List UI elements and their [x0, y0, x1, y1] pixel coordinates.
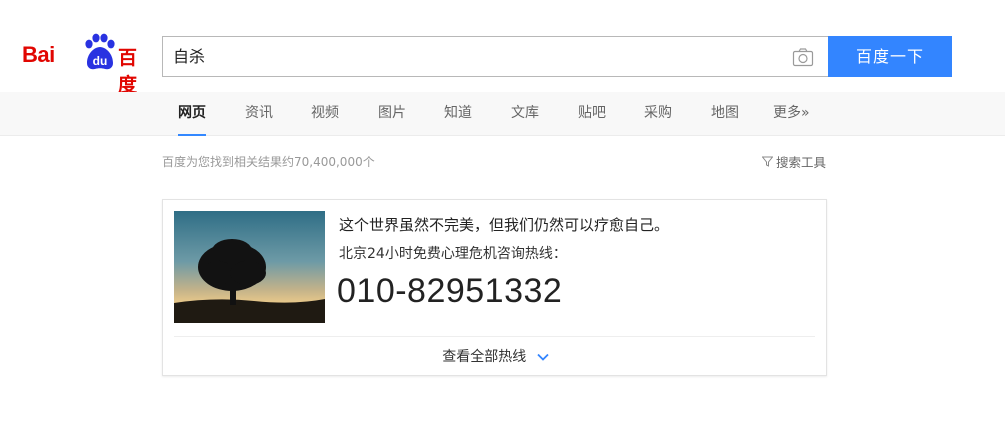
card-hotline-label: 北京24小时免费心理危机咨询热线：	[339, 246, 567, 262]
tab-news[interactable]: 资讯	[245, 102, 273, 136]
funnel-icon	[761, 156, 773, 167]
tab-map[interactable]: 地图	[711, 102, 739, 136]
baidu-logo[interactable]: Bai du 百度	[22, 30, 150, 96]
search-button[interactable]: 百度一下	[828, 36, 952, 77]
view-all-hotlines-button[interactable]: 查看全部热线	[163, 346, 828, 366]
card-message: 这个世界虽然不完美，但我们仍然可以疗愈自己。	[339, 216, 670, 234]
search-tools-label: 搜索工具	[775, 155, 826, 170]
paw-text: du	[93, 54, 108, 68]
tabs-bar: 网页 资讯 视频 图片 知道 文库 贴吧 采购 地图 更多»	[0, 92, 1005, 136]
camera-icon[interactable]	[792, 47, 814, 67]
result-count: 百度为您找到相关结果约70,400,000个	[162, 155, 375, 169]
tab-images[interactable]: 图片	[378, 102, 406, 136]
search-input[interactable]	[173, 37, 773, 76]
tab-zhidao[interactable]: 知道	[444, 102, 472, 136]
tab-wenku[interactable]: 文库	[511, 102, 539, 136]
logo-latin-text: Bai	[22, 42, 55, 67]
hotline-phone-number[interactable]: 010-82951332	[337, 272, 562, 311]
hotline-card: 这个世界虽然不完美，但我们仍然可以疗愈自己。 北京24小时免费心理危机咨询热线：…	[162, 199, 827, 376]
chevron-down-icon	[537, 353, 549, 361]
tab-purchase[interactable]: 采购	[644, 102, 672, 136]
search-tools-button[interactable]: 搜索工具	[761, 152, 826, 171]
tab-video[interactable]: 视频	[311, 102, 339, 136]
view-all-hotlines-label: 查看全部热线	[442, 349, 527, 365]
tab-tieba[interactable]: 贴吧	[578, 102, 606, 136]
card-divider	[174, 336, 815, 337]
tab-more[interactable]: 更多»	[773, 102, 810, 136]
tree-sunset-image	[174, 211, 325, 323]
search-box	[162, 36, 828, 77]
logo-chinese-text: 百度	[118, 47, 137, 96]
tab-web[interactable]: 网页	[178, 102, 206, 136]
paw-icon: du	[85, 33, 115, 70]
